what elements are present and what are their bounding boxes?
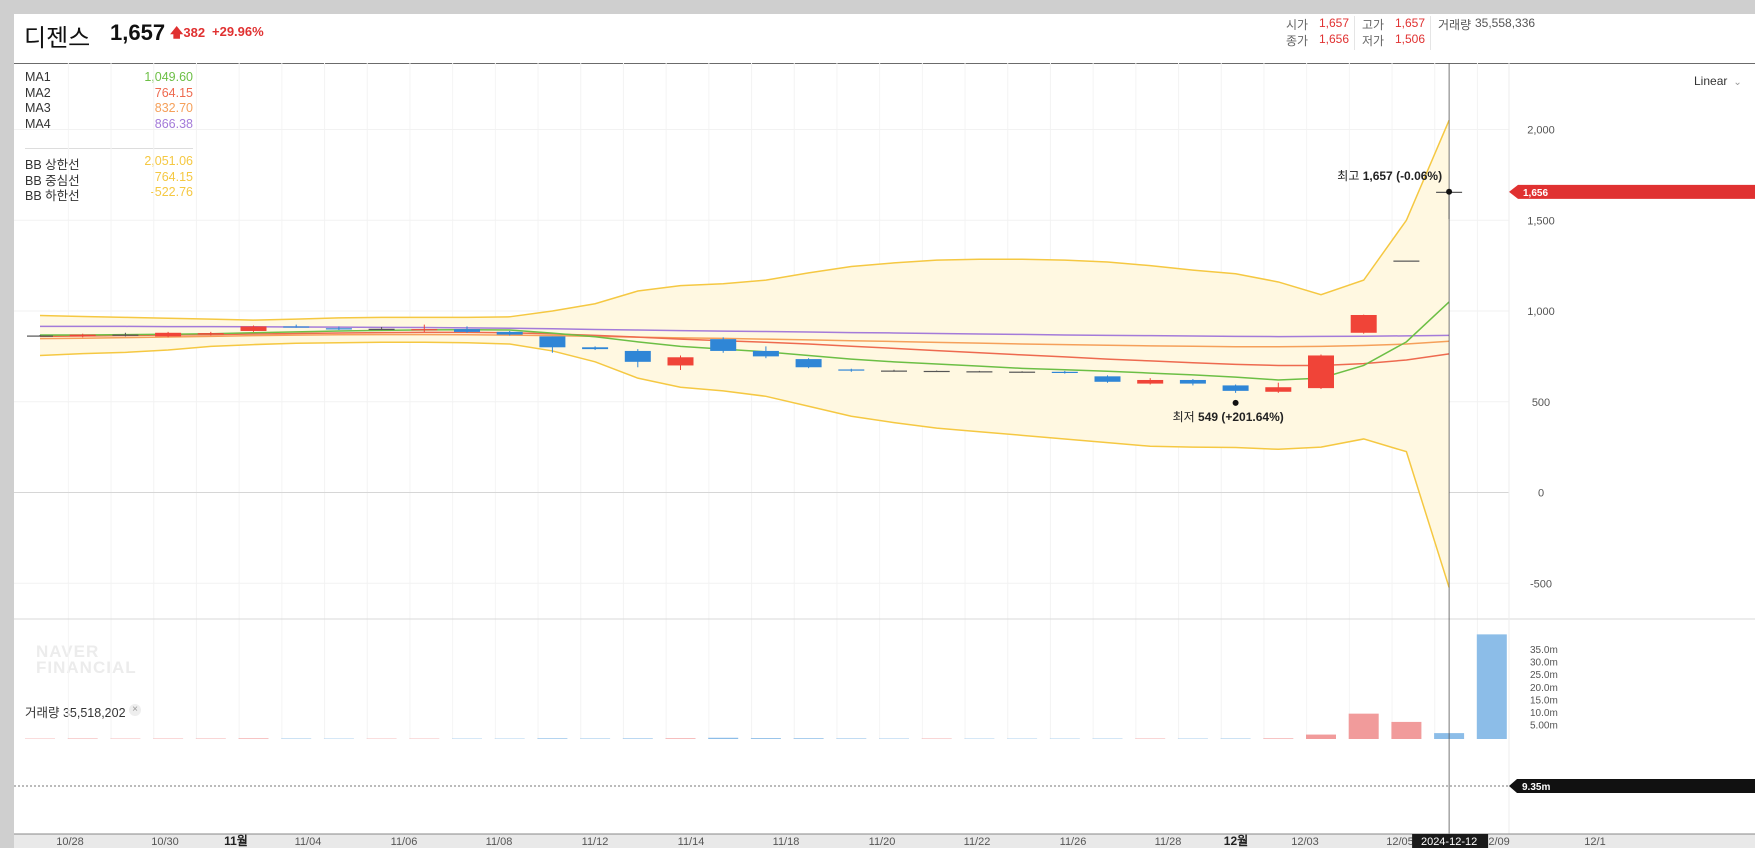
candle-body (1094, 376, 1121, 382)
high-annotation-value: 1,657 (-0.06%) (1363, 169, 1442, 183)
candle-body (411, 329, 438, 331)
candle-body (624, 350, 651, 362)
y-tick-label: 2,000 (1527, 125, 1555, 137)
candle-body (838, 369, 865, 371)
volume-tag: 9.35m (1522, 782, 1550, 793)
volume-tick-label: 20.0m (1530, 683, 1558, 694)
bollinger-band-fill (40, 120, 1450, 588)
volume-bar (1263, 738, 1294, 739)
low-annotation-value: 549 (+201.64%) (1198, 410, 1284, 424)
volume-bar (622, 738, 653, 739)
crosshair-date: 2024-12-12 (1421, 836, 1477, 848)
candle-body (112, 334, 139, 336)
candle-body (1308, 355, 1334, 389)
x-tick-label: 11/06 (391, 836, 418, 848)
candle-body (1350, 314, 1377, 333)
chart-frame: 디젠스 1,657 🡅382 +29.96% 시가 1,657 종가 1,656… (14, 14, 1755, 848)
candle-body (1009, 371, 1036, 373)
x-tick-label: 12/03 (1291, 836, 1319, 848)
candle-body (582, 347, 609, 350)
volume-bar (537, 738, 568, 739)
y-tick-label: -500 (1530, 578, 1552, 590)
y-tick-label: 1,000 (1527, 306, 1555, 318)
volume-bar (836, 738, 867, 739)
high-marker (1446, 188, 1453, 195)
volume-tick-label: 35.0m (1530, 645, 1558, 656)
candle-body (1393, 260, 1420, 262)
volume-bar (1391, 721, 1422, 739)
candle-body (795, 359, 822, 368)
x-tick-label: 11/14 (678, 836, 705, 848)
candle-body (27, 335, 53, 337)
low-marker (1232, 399, 1239, 406)
candle-body (966, 371, 993, 373)
x-tick-label: 11/22 (964, 836, 991, 848)
candle-body (1051, 371, 1078, 374)
price-chart[interactable]: 2,000 1,500 1,000 500 0 -500 35.0m 30.0m25.0m 20… (14, 14, 1755, 848)
candle-body (752, 350, 779, 357)
volume-tick-label: 25.0m (1530, 670, 1558, 681)
volume-bar (793, 738, 824, 739)
x-tick-label: 11/26 (1060, 836, 1087, 848)
candle-body (197, 333, 224, 335)
candle-body (69, 334, 96, 337)
volume-bar (665, 738, 696, 739)
high-annotation: 최고 1,657 (-0.06%) (1337, 169, 1442, 183)
candle-body (667, 357, 694, 366)
candle-body (539, 336, 566, 348)
volume-tick-label: 30.0m (1530, 658, 1558, 669)
y-tick-label: 500 (1532, 397, 1550, 409)
candle-body (881, 370, 907, 372)
x-tick-label: 10/30 (151, 836, 179, 848)
candle-body (325, 328, 352, 330)
low-annotation: 최저 549 (+201.64%) (1173, 410, 1284, 424)
candle-body (240, 326, 267, 331)
volume-tick-label: 5.00m (1530, 721, 1558, 732)
candle-body (368, 328, 395, 330)
volume-bar (750, 738, 781, 739)
candle-body (1137, 379, 1164, 384)
volume-bar (1306, 734, 1336, 739)
volume-bar (238, 738, 269, 739)
x-tick-label: 12월 (1224, 833, 1248, 848)
x-tick-label: 10/28 (56, 836, 84, 848)
candle-body (1222, 385, 1249, 391)
x-tick-label: 12/05 (1386, 836, 1414, 848)
x-tick-label: 11/18 (773, 836, 800, 848)
candle-body (155, 332, 182, 337)
y-tick-label: 1,500 (1527, 215, 1555, 227)
volume-bar (1348, 713, 1379, 739)
candle-body (923, 370, 950, 373)
volume-bar (1476, 634, 1507, 739)
candle-body (496, 331, 523, 335)
volume-tick-label: 10.0m (1530, 708, 1558, 719)
candle-body (1265, 387, 1292, 392)
x-tick-label: 11월 (224, 833, 248, 848)
candle-body (283, 326, 310, 328)
volume-tick-label: 15.0m (1530, 695, 1558, 706)
candle-body (1179, 379, 1206, 384)
last-price-tag: 1,656 (1523, 188, 1548, 199)
x-tick-label: 11/12 (582, 836, 609, 848)
volume-bar (708, 737, 739, 739)
x-tick-label: 11/08 (486, 836, 513, 848)
candle-body (710, 339, 737, 351)
x-tick-label: 11/20 (869, 836, 896, 848)
x-tick-label: 11/28 (1155, 836, 1182, 848)
x-tick-label: 12/1 (1584, 836, 1605, 848)
y-tick-label: 0 (1538, 488, 1544, 500)
x-tick-label: 11/04 (295, 836, 322, 848)
candle-body (454, 329, 480, 332)
